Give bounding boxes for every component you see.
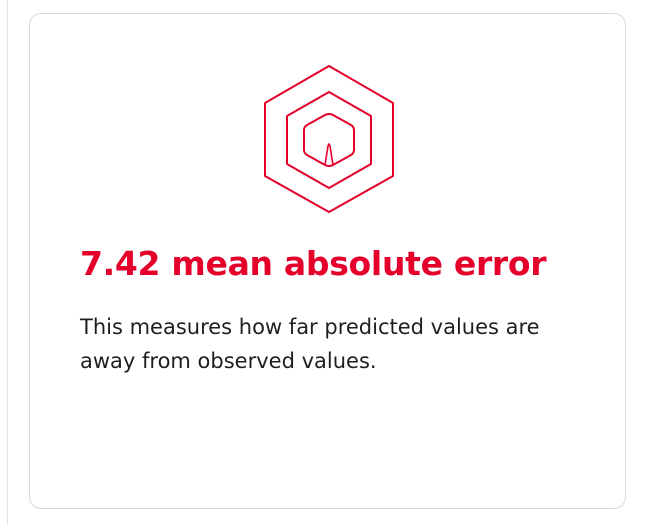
metric-description: This measures how far predicted values a…: [80, 315, 540, 373]
metric-card: 7.42 mean absolute error This measures h…: [29, 13, 626, 509]
metric-title: 7.42 mean absolute error: [80, 244, 547, 283]
hexagon-target-icon: [264, 65, 394, 213]
left-divider: [7, 0, 8, 525]
